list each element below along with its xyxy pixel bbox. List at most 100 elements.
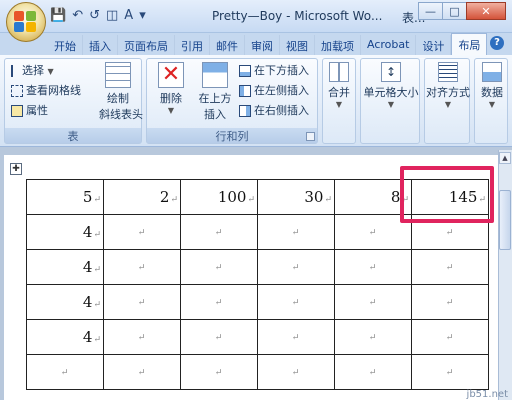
insert-right-icon <box>239 105 251 117</box>
cell-end-mark-icon: ↵ <box>291 332 300 343</box>
tab-6[interactable]: 视图 <box>280 35 315 55</box>
insert-above-icon <box>202 62 228 88</box>
properties-button[interactable]: 属性 <box>11 102 48 118</box>
cell-value: 4 <box>82 293 93 311</box>
cell-end-mark-icon: ↵ <box>324 195 332 205</box>
table-cell[interactable]: ↵ <box>180 284 258 320</box>
tab-0[interactable]: 开始 <box>48 35 83 55</box>
undo-icon[interactable]: ↶ <box>72 8 83 23</box>
tab-1[interactable]: 插入 <box>83 35 118 55</box>
cell-end-mark-icon: ↵ <box>291 297 300 308</box>
table-cell[interactable]: ↵ <box>257 214 335 250</box>
table-row: 4↵ ↵ ↵ ↵ ↵ ↵ <box>26 319 489 355</box>
scroll-thumb[interactable] <box>499 190 511 250</box>
table-cell[interactable]: ↵ <box>411 319 489 355</box>
table-cell[interactable]: ↵ <box>257 319 335 355</box>
tab-9[interactable]: 设计 <box>416 35 452 55</box>
cell-size-button[interactable]: ↕ 单元格大小 ▼ <box>363 62 419 109</box>
table-cell[interactable]: ↵ <box>257 354 335 390</box>
redo-icon[interactable]: ↺ <box>89 8 100 23</box>
maximize-button[interactable]: □ <box>442 2 467 20</box>
delete-table-icon: ✕ <box>158 62 184 88</box>
cell-end-mark-icon: ↵ <box>93 195 101 205</box>
insert-below-icon <box>239 65 251 77</box>
merge-button[interactable]: 合并 ▼ <box>325 62 353 109</box>
tab-5[interactable]: 审阅 <box>245 35 280 55</box>
cell-end-mark-icon: ↵ <box>93 230 101 240</box>
tab-4[interactable]: 邮件 <box>210 35 245 55</box>
tab-7[interactable]: 加载项 <box>315 35 361 55</box>
table-cell[interactable]: 4↵ <box>26 214 104 250</box>
insert-below-button[interactable]: 在下方插入 <box>239 62 309 78</box>
table-cell[interactable]: ↵ <box>103 214 181 250</box>
office-logo-icon <box>14 11 38 33</box>
table-cell[interactable]: ↵ <box>103 319 181 355</box>
insert-left-button[interactable]: 在左侧插入 <box>239 82 309 98</box>
table-cell[interactable]: ↵ <box>180 249 258 285</box>
insert-above-button[interactable]: 在上方 插入 <box>195 62 235 122</box>
cell-value: 30 <box>304 188 324 206</box>
merge-cells-icon <box>329 62 349 82</box>
table-cell[interactable]: ↵ <box>103 284 181 320</box>
help-icon[interactable]: ? <box>490 36 504 50</box>
table-cell[interactable]: ↵ <box>26 354 104 390</box>
cell-size-group: ↕ 单元格大小 ▼ <box>360 58 420 144</box>
table-cell[interactable]: ↵ <box>334 354 412 390</box>
table-row: 4↵ ↵ ↵ ↵ ↵ ↵ <box>26 284 489 320</box>
cell-end-mark-icon: ↵ <box>60 367 69 378</box>
close-button[interactable]: ✕ <box>466 2 506 20</box>
draw-diagonal-header-button[interactable]: 绘制 斜线表头 <box>99 62 143 122</box>
cell-end-mark-icon: ↵ <box>445 227 454 238</box>
table-cell[interactable]: ↵ <box>411 354 489 390</box>
table-cell[interactable]: 2↵ <box>103 179 181 215</box>
table-cell[interactable]: ↵ <box>334 284 412 320</box>
cell-end-mark-icon: ↵ <box>291 262 300 273</box>
table-cell[interactable]: 4↵ <box>26 319 104 355</box>
table-cell[interactable]: ↵ <box>103 354 181 390</box>
table-cell[interactable]: 30↵ <box>257 179 335 215</box>
table-cell[interactable]: ↵ <box>103 249 181 285</box>
insert-right-button[interactable]: 在右侧插入 <box>239 102 309 118</box>
dialog-launcher-icon[interactable] <box>306 132 315 141</box>
table-cell[interactable]: ↵ <box>334 319 412 355</box>
print-preview-icon[interactable]: ◫ <box>106 8 118 23</box>
customize-qat-icon[interactable]: ▾ <box>139 8 146 23</box>
table-cell[interactable]: ↵ <box>257 249 335 285</box>
view-gridlines-button[interactable]: 查看网格线 <box>11 82 81 98</box>
save-icon[interactable]: 💾 <box>50 8 66 23</box>
table-cell[interactable]: 5↵ <box>26 179 104 215</box>
delete-button[interactable]: ✕ 删除 ▼ <box>151 62 191 115</box>
cell-end-mark-icon: ↵ <box>214 332 223 343</box>
table-cell[interactable]: ↵ <box>411 249 489 285</box>
tab-2[interactable]: 页面布局 <box>118 35 175 55</box>
table-group: 选择 ▼ 查看网格线 属性 绘制 斜线表头 表 <box>4 58 143 144</box>
data-button[interactable]: 数据 ▼ <box>477 62 507 109</box>
table-cell[interactable]: ↵ <box>180 319 258 355</box>
table-cell[interactable]: 4↵ <box>26 284 104 320</box>
table-cell[interactable]: ↵ <box>411 284 489 320</box>
ribbon-tabs: 开始 插入 页面布局 引用 邮件 审阅 视图 加载项 Acrobat 设计 布局 <box>48 33 488 55</box>
table-cell[interactable]: 100↵ <box>180 179 258 215</box>
cell-end-mark-icon: ↵ <box>93 300 101 310</box>
minimize-button[interactable]: — <box>418 2 443 20</box>
table-row: ↵ ↵ ↵ ↵ ↵ ↵ <box>26 354 489 390</box>
tab-8[interactable]: Acrobat <box>361 35 417 55</box>
font-color-icon[interactable]: A <box>124 8 133 23</box>
scroll-up-icon[interactable]: ▲ <box>499 152 511 164</box>
table-cell[interactable]: ↵ <box>334 249 412 285</box>
table-move-handle-icon[interactable]: ✚ <box>10 163 22 175</box>
table-cell[interactable]: 4↵ <box>26 249 104 285</box>
tab-10[interactable]: 布局 <box>451 33 488 55</box>
tab-3[interactable]: 引用 <box>175 35 210 55</box>
office-button[interactable] <box>6 2 46 42</box>
select-button[interactable]: 选择 ▼ <box>11 62 54 78</box>
table-cell[interactable]: ↵ <box>257 284 335 320</box>
table-cell[interactable]: ↵ <box>180 354 258 390</box>
vertical-scrollbar[interactable] <box>498 150 512 400</box>
cell-end-mark-icon: ↵ <box>368 227 377 238</box>
cell-value: 2 <box>159 188 170 206</box>
insert-left-icon <box>239 85 251 97</box>
cell-end-mark-icon: ↵ <box>291 227 300 238</box>
table-cell[interactable]: ↵ <box>180 214 258 250</box>
alignment-button[interactable]: 对齐方式 ▼ <box>426 62 470 109</box>
